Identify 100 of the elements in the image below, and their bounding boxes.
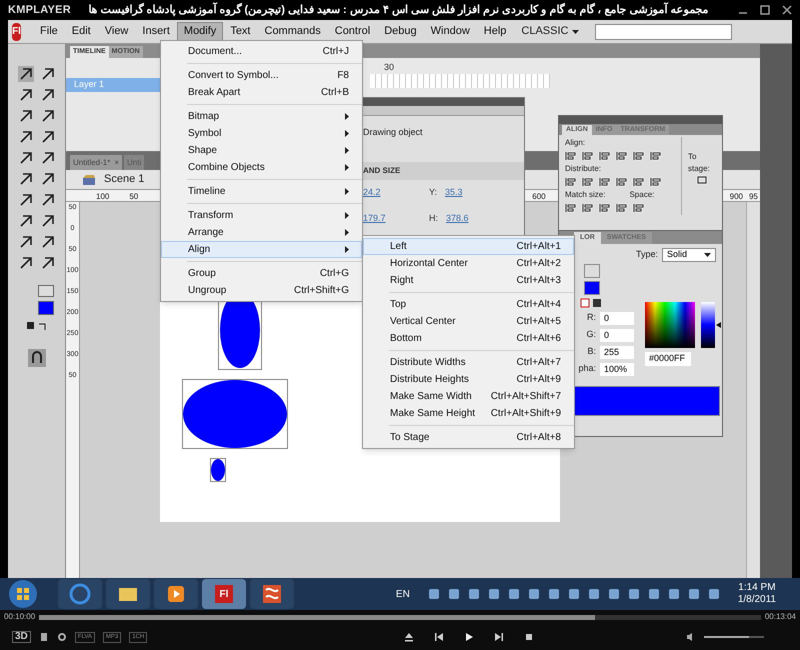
distribute-icon[interactable]: [582, 177, 594, 187]
menu-item[interactable]: Modify: [176, 22, 224, 42]
channel-field[interactable]: 255: [600, 346, 634, 358]
menu-item[interactable]: Bitmap: [161, 108, 362, 125]
tray-icon[interactable]: [628, 588, 640, 600]
menu-item[interactable]: Transform: [161, 207, 362, 224]
color-options-icon[interactable]: [580, 298, 604, 308]
channel-field[interactable]: 0: [600, 312, 634, 324]
menu-item[interactable]: Make Same Height Ctrl+Alt+Shift+9: [363, 405, 574, 422]
settings-icon[interactable]: [56, 632, 67, 642]
menu-item[interactable]: Top Ctrl+Alt+4: [363, 296, 574, 313]
menu-item[interactable]: Distribute Widths Ctrl+Alt+7: [363, 354, 574, 371]
menu-item[interactable]: To Stage Ctrl+Alt+8: [363, 429, 574, 446]
stop-icon[interactable]: [524, 632, 534, 642]
play-icon[interactable]: [464, 632, 474, 642]
menu-item[interactable]: File: [33, 22, 65, 42]
tray-icon[interactable]: [428, 588, 440, 600]
numeric-value[interactable]: 378.6: [446, 212, 469, 226]
menu-item[interactable]: Vertical Center Ctrl+Alt+5: [363, 313, 574, 330]
next-icon[interactable]: [494, 632, 504, 642]
tray-icon[interactable]: [688, 588, 700, 600]
match-size-icon[interactable]: [599, 203, 611, 213]
taskbar-app-button[interactable]: [250, 579, 294, 609]
match-size-icon[interactable]: [565, 203, 577, 213]
menu-item[interactable]: Debug: [377, 22, 424, 42]
align-icon[interactable]: [599, 151, 611, 161]
device-icon[interactable]: [38, 632, 49, 642]
tray-icon[interactable]: [448, 588, 460, 600]
menu-item[interactable]: Control: [328, 22, 378, 42]
tray-icon[interactable]: [588, 588, 600, 600]
seek-bar[interactable]: [39, 614, 761, 620]
tray-icon[interactable]: [468, 588, 480, 600]
match-size-icon[interactable]: [633, 203, 645, 213]
distribute-icon[interactable]: [616, 177, 628, 187]
menu-item[interactable]: Insert: [135, 22, 177, 42]
numeric-value[interactable]: 35.3: [445, 186, 463, 200]
menu-item[interactable]: Left Ctrl+Alt+1: [363, 238, 574, 255]
3d-button[interactable]: 3D: [12, 631, 31, 643]
fill-color-swatch[interactable]: [38, 301, 54, 315]
taskbar-app-button[interactable]: [106, 579, 150, 609]
tray-icon[interactable]: [608, 588, 620, 600]
eject-icon[interactable]: [404, 632, 414, 642]
tray-icon[interactable]: [508, 588, 520, 600]
document-tab[interactable]: Untitled-1* ×: [70, 155, 122, 170]
menu-item[interactable]: Shape: [161, 142, 362, 159]
previous-icon[interactable]: [434, 632, 444, 642]
arrow-icon[interactable]: [40, 66, 56, 82]
menu-item[interactable]: Convert to Symbol... F8: [161, 67, 362, 84]
menu-item[interactable]: Arrange: [161, 224, 362, 241]
menu-item[interactable]: Break Apart Ctrl+B: [161, 84, 362, 101]
color-spectrum[interactable]: [645, 302, 695, 348]
align-icon[interactable]: [582, 151, 594, 161]
close-icon[interactable]: [782, 5, 792, 15]
match-size-icon[interactable]: [582, 203, 594, 213]
workspace-switcher[interactable]: CLASSIC: [513, 23, 588, 40]
menu-item[interactable]: Group Ctrl+G: [161, 265, 362, 282]
stroke-color-swatch[interactable]: [38, 285, 54, 297]
taskbar-app-button[interactable]: Fl: [202, 579, 246, 609]
search-field[interactable]: [595, 24, 732, 40]
language-indicator[interactable]: EN: [396, 586, 410, 602]
menu-item[interactable]: Combine Objects: [161, 159, 362, 176]
menu-item[interactable]: Horizontal Center Ctrl+Alt+2: [363, 255, 574, 272]
match-size-icon[interactable]: [616, 203, 628, 213]
menu-item[interactable]: Help: [476, 22, 514, 42]
tray-icon[interactable]: [548, 588, 560, 600]
taskbar-app-button[interactable]: [154, 579, 198, 609]
numeric-value[interactable]: 179.7: [363, 212, 383, 226]
tray-icon[interactable]: [648, 588, 660, 600]
align-icon[interactable]: [650, 151, 662, 161]
magnet-icon[interactable]: [28, 349, 46, 367]
maximize-icon[interactable]: [760, 5, 770, 15]
menu-item[interactable]: Right Ctrl+Alt+3: [363, 272, 574, 289]
tray-icon[interactable]: [488, 588, 500, 600]
menu-item[interactable]: View: [98, 22, 136, 42]
distribute-icon[interactable]: [565, 177, 577, 187]
align-icon[interactable]: [616, 151, 628, 161]
menu-item[interactable]: Symbol: [161, 125, 362, 142]
hex-field[interactable]: #0000FF: [645, 352, 691, 366]
channel-field[interactable]: 0: [600, 328, 634, 342]
distribute-icon[interactable]: [633, 177, 645, 187]
stroke-color-swatch[interactable]: [584, 264, 600, 278]
menu-item[interactable]: Timeline: [161, 183, 362, 200]
align-icon[interactable]: [565, 151, 577, 161]
tray-icon[interactable]: [668, 588, 680, 600]
distribute-icon[interactable]: [599, 177, 611, 187]
numeric-value[interactable]: 24.2: [363, 186, 383, 200]
menu-item[interactable]: Bottom Ctrl+Alt+6: [363, 330, 574, 347]
tray-icon[interactable]: [568, 588, 580, 600]
menu-item[interactable]: Make Same Width Ctrl+Alt+Shift+7: [363, 388, 574, 405]
align-icon[interactable]: [633, 151, 645, 161]
channel-field[interactable]: 100%: [600, 362, 634, 376]
to-stage-icon[interactable]: [696, 175, 708, 185]
menu-item[interactable]: Distribute Heights Ctrl+Alt+9: [363, 371, 574, 388]
menu-item[interactable]: Text: [223, 22, 258, 42]
vertical-scrollbar[interactable]: [746, 202, 760, 578]
fill-color-swatch[interactable]: [584, 281, 600, 295]
tray-icon[interactable]: [528, 588, 540, 600]
tray-icon[interactable]: [708, 588, 720, 600]
menu-item[interactable]: Edit: [64, 22, 98, 42]
type-dropdown[interactable]: Solid: [662, 248, 716, 262]
